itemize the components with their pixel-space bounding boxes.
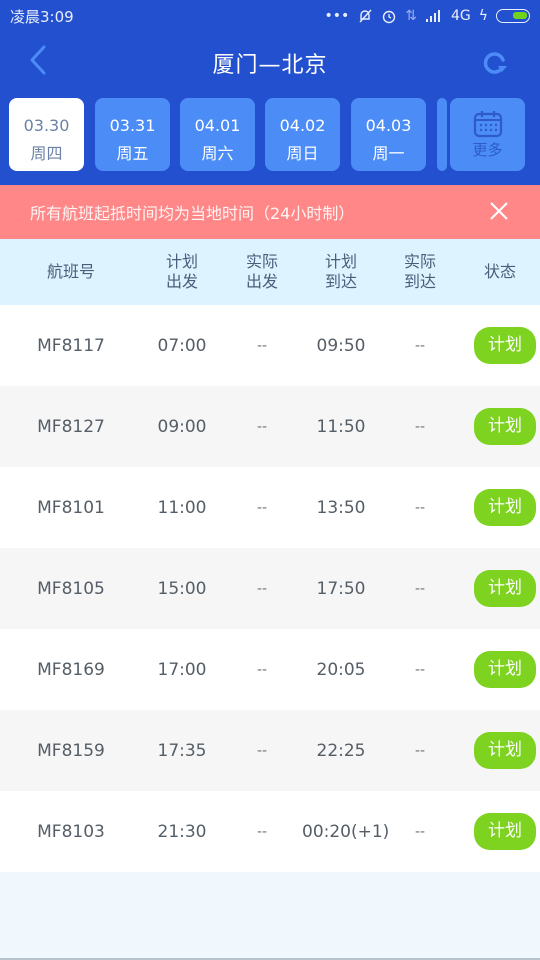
status-bar: 凌晨3:09 ••• ⇅ 4G ϟ: [0, 0, 540, 32]
header-actual-departure: 实际 出发: [245, 252, 278, 291]
actual-departure: --: [256, 823, 268, 840]
date-label: 04.03: [365, 116, 412, 135]
planned-departure: 11:00: [157, 497, 207, 518]
nav-bar: 厦门—北京: [0, 32, 540, 94]
planned-departure: 15:00: [157, 578, 207, 599]
mute-bell-icon: [357, 8, 373, 24]
more-dates-button[interactable]: 更多: [450, 98, 525, 171]
flight-number: MF8105: [37, 578, 105, 599]
flight-row[interactable]: MF8169 17:00 -- 20:05 -- 计划: [0, 629, 540, 710]
date-label: 04.01: [194, 116, 241, 135]
planned-arrival: 20:05: [316, 659, 366, 680]
planned-arrival: 11:50: [316, 416, 366, 437]
date-tab-2[interactable]: 04.01 周六: [180, 98, 255, 171]
status-time: 凌晨3:09: [10, 7, 74, 26]
actual-arrival: --: [414, 499, 426, 516]
planned-arrival: 17:50: [316, 578, 366, 599]
flight-row[interactable]: MF8103 21:30 -- 00:20(+1) -- 计划: [0, 791, 540, 872]
notice-text: 所有航班起抵时间均为当地时间（24小时制）: [30, 204, 355, 223]
page-title: 厦门—北京: [212, 53, 328, 78]
planned-arrival: 22:25: [316, 740, 366, 761]
actual-arrival: --: [414, 337, 426, 354]
flight-row[interactable]: MF8117 07:00 -- 09:50 -- 计划: [0, 305, 540, 386]
date-tab-1[interactable]: 03.31 周五: [95, 98, 170, 171]
more-dots-icon: •••: [324, 8, 350, 24]
weekday-label: 周一: [372, 144, 405, 163]
planned-departure: 09:00: [157, 416, 207, 437]
charging-icon: ϟ: [478, 8, 488, 24]
calendar-icon: [473, 111, 502, 138]
network-type: 4G: [450, 8, 471, 24]
close-icon: [490, 202, 508, 220]
status-badge[interactable]: 计划: [474, 732, 536, 769]
header-flight-no: 航班号: [46, 262, 95, 281]
actual-departure: --: [256, 661, 268, 678]
date-tab-3[interactable]: 04.02 周日: [265, 98, 340, 171]
signal-icon: [425, 9, 443, 23]
header-status: 状态: [483, 262, 516, 281]
status-badge[interactable]: 计划: [474, 651, 536, 688]
actual-departure: --: [256, 742, 268, 759]
date-tab-0[interactable]: 03.30 周四: [9, 98, 84, 171]
notice-close-button[interactable]: [488, 200, 510, 222]
chevron-left-icon: [30, 45, 46, 75]
actual-arrival: --: [414, 661, 426, 678]
more-label: 更多: [472, 141, 503, 159]
flight-number: MF8117: [37, 335, 105, 356]
date-tab-partial[interactable]: [437, 98, 447, 171]
planned-departure: 17:35: [157, 740, 207, 761]
back-button[interactable]: [24, 44, 54, 78]
flight-number: MF8127: [37, 416, 105, 437]
weekday-label: 周日: [286, 144, 319, 163]
weekday-label: 周四: [30, 144, 63, 163]
status-icons: ••• ⇅ 4G ϟ: [324, 8, 530, 24]
battery-icon: [496, 9, 530, 23]
status-badge[interactable]: 计划: [474, 327, 536, 364]
status-badge[interactable]: 计划: [474, 408, 536, 445]
header-actual-arrival: 实际 到达: [403, 252, 436, 291]
header-planned-departure: 计划 出发: [165, 252, 198, 291]
planned-arrival: 09:50: [316, 335, 366, 356]
actual-arrival: --: [414, 418, 426, 435]
flight-number: MF8159: [37, 740, 105, 761]
flight-number: MF8101: [37, 497, 105, 518]
actual-arrival: --: [414, 580, 426, 597]
weekday-label: 周六: [201, 144, 234, 163]
planned-departure: 17:00: [157, 659, 207, 680]
actual-arrival: --: [414, 742, 426, 759]
date-label: 03.31: [109, 116, 156, 135]
flight-number: MF8103: [37, 821, 105, 842]
flight-number: MF8169: [37, 659, 105, 680]
planned-arrival: 13:50: [316, 497, 366, 518]
planned-arrival: 00:20(+1): [302, 821, 390, 842]
planned-departure: 07:00: [157, 335, 207, 356]
planned-departure: 21:30: [157, 821, 207, 842]
actual-departure: --: [256, 337, 268, 354]
date-label: 03.30: [23, 116, 70, 135]
table-header: 航班号 计划 出发 实际 出发 计划 到达 实际 到达 状态: [0, 239, 540, 305]
header-planned-arrival: 计划 到达: [324, 252, 357, 291]
date-selector: 03.30 周四 03.31 周五 04.01 周六 04.02 周日 04.0…: [0, 94, 540, 185]
actual-departure: --: [256, 418, 268, 435]
alarm-icon: [381, 8, 397, 24]
timezone-notice: 所有航班起抵时间均为当地时间（24小时制）: [0, 185, 540, 239]
status-badge[interactable]: 计划: [474, 489, 536, 526]
data-transfer-icon: ⇅: [405, 8, 417, 24]
refresh-icon: [483, 52, 507, 74]
flight-row[interactable]: MF8101 11:00 -- 13:50 -- 计划: [0, 467, 540, 548]
flight-row[interactable]: MF8105 15:00 -- 17:50 -- 计划: [0, 548, 540, 629]
refresh-button[interactable]: [480, 48, 510, 78]
actual-departure: --: [256, 580, 268, 597]
date-label: 04.02: [279, 116, 326, 135]
status-badge[interactable]: 计划: [474, 813, 536, 850]
flight-list: MF8117 07:00 -- 09:50 -- 计划 MF8127 09:00…: [0, 305, 540, 872]
weekday-label: 周五: [116, 144, 149, 163]
flight-row[interactable]: MF8159 17:35 -- 22:25 -- 计划: [0, 710, 540, 791]
status-badge[interactable]: 计划: [474, 570, 536, 607]
flight-row[interactable]: MF8127 09:00 -- 11:50 -- 计划: [0, 386, 540, 467]
actual-departure: --: [256, 499, 268, 516]
actual-arrival: --: [414, 823, 426, 840]
date-tab-4[interactable]: 04.03 周一: [351, 98, 426, 171]
